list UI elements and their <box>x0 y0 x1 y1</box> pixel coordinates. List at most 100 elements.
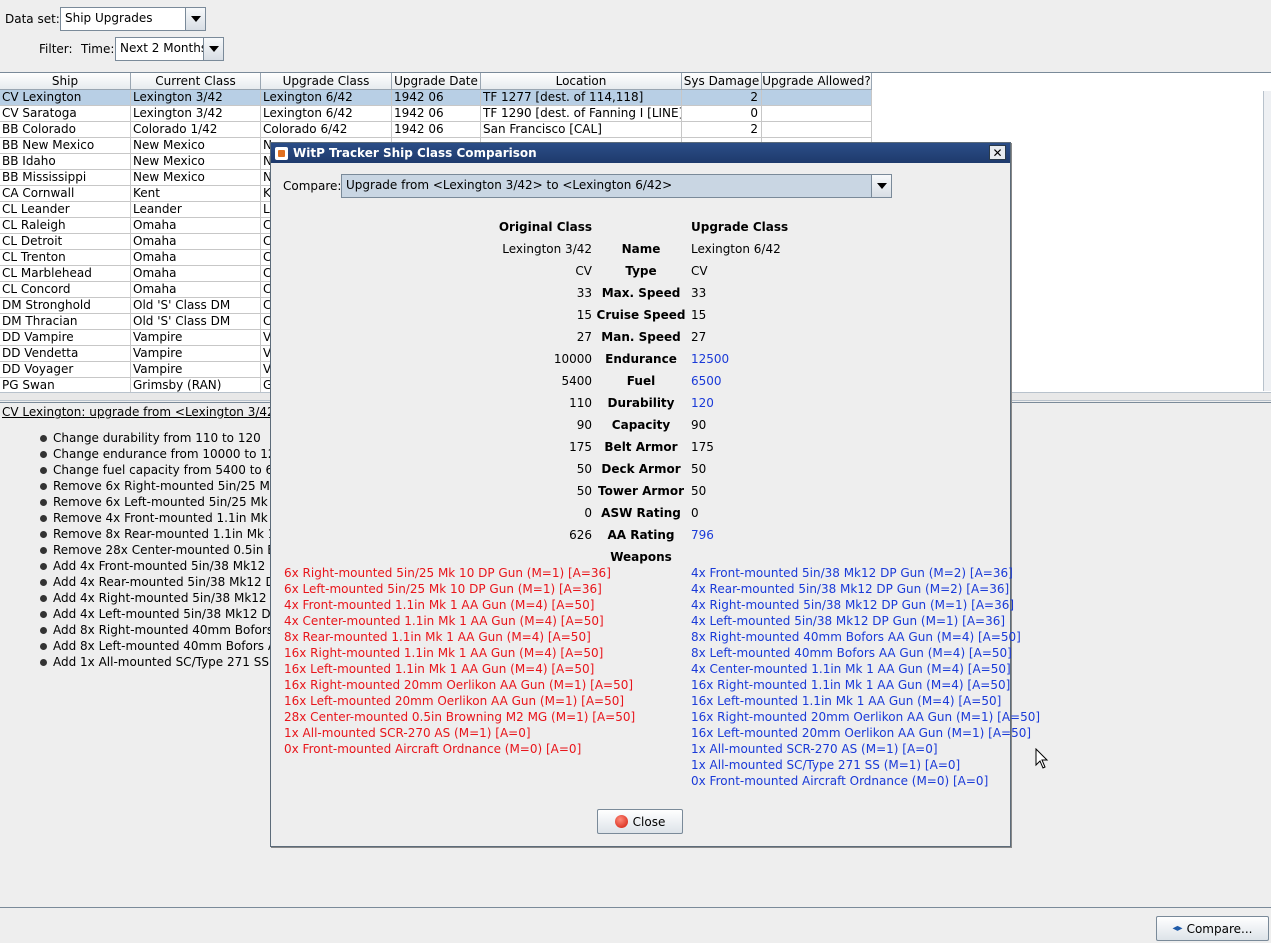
original-value: 33 <box>576 286 592 300</box>
dialog-title-bar[interactable]: WitP Tracker Ship Class Comparison ✕ <box>271 143 1010 163</box>
upgrade-value: 50 <box>691 484 707 498</box>
list-item-text: Add 4x Front-mounted 5in/38 Mk12 DP G <box>53 559 299 573</box>
time-filter-value: Next 2 Months <box>120 41 203 55</box>
chevron-down-icon[interactable] <box>871 175 891 197</box>
compare-button[interactable]: ◂▸ Compare... <box>1156 916 1269 941</box>
column-header-location[interactable]: Location <box>481 73 682 90</box>
cell-ship: CL Leander <box>0 202 131 218</box>
cell-ship: CA Cornwall <box>0 186 131 202</box>
upgrade-value: 90 <box>691 418 707 432</box>
upgrade-weapon: 16x Right-mounted 20mm Oerlikon AA Gun (… <box>691 710 1041 724</box>
upgrade-weapon: 16x Right-mounted 1.1in Mk 1 AA Gun (M=4… <box>691 678 1011 692</box>
upgrade-weapon: 4x Left-mounted 5in/38 Mk12 DP Gun (M=1)… <box>691 614 1006 628</box>
list-item: Remove 28x Center-mounted 0.5in Brow <box>40 543 297 557</box>
bullet-icon <box>40 450 47 458</box>
comparison-dialog: WitP Tracker Ship Class Comparison ✕ Com… <box>270 142 1040 847</box>
compare-button-label: Compare... <box>1186 921 1253 936</box>
attribute-label: Durability <box>607 396 675 410</box>
attribute-label: Tower Armor <box>597 484 685 498</box>
table-scrollbar[interactable] <box>1263 91 1271 391</box>
list-item-text: Remove 4x Front-mounted 1.1in Mk 1 AA <box>53 511 300 525</box>
original-weapon: 8x Rear-mounted 1.1in Mk 1 AA Gun (M=4) … <box>284 630 591 644</box>
list-item: Change fuel capacity from 5400 to 6500 <box>40 463 296 477</box>
upgrade-value: 33 <box>691 286 707 300</box>
cell-current: Leander <box>131 202 261 218</box>
upgrade-value: 50 <box>691 462 707 476</box>
dataset-label: Data set: <box>5 12 60 26</box>
compare-arrows-icon: ◂▸ <box>1172 923 1183 934</box>
close-icon[interactable]: ✕ <box>989 145 1006 160</box>
bullet-icon <box>40 498 47 506</box>
cell-current: Lexington 3/42 <box>131 106 261 122</box>
table-row[interactable]: BB Colorado Colorado 1/42 Colorado 6/42 194… <box>0 122 872 138</box>
cell-ship: CL Raleigh <box>0 218 131 234</box>
dataset-select[interactable]: Ship Upgrades <box>60 7 206 31</box>
column-header-upgrade-date[interactable]: Upgrade Date <box>392 73 481 90</box>
cell-allowed <box>762 122 872 138</box>
column-header-sys-damage[interactable]: Sys Damage <box>682 73 762 90</box>
bullet-icon <box>40 642 47 650</box>
original-class-header: Original Class <box>498 220 592 234</box>
cell-current: Grimsby (RAN) <box>131 378 261 392</box>
upgrade-weapon: 1x All-mounted SCR-270 AS (M=1) [A=0] <box>691 742 938 756</box>
cell-ship: CL Trenton <box>0 250 131 266</box>
upgrade-value: CV <box>691 264 708 278</box>
cell-current: New Mexico <box>131 154 261 170</box>
compare-select-value: Upgrade from <Lexington 3/42> to <Lexing… <box>346 178 673 192</box>
cell-current: Omaha <box>131 250 261 266</box>
cell-current: Vampire <box>131 330 261 346</box>
upgrade-weapon: 4x Rear-mounted 5in/38 Mk12 DP Gun (M=2)… <box>691 582 1010 596</box>
upgrade-value: 15 <box>691 308 707 322</box>
original-weapon: 28x Center-mounted 0.5in Browning M2 MG … <box>284 710 636 724</box>
original-value: CV <box>575 264 592 278</box>
list-item-text: Remove 28x Center-mounted 0.5in Brow <box>53 543 298 557</box>
time-label: Time: <box>81 42 115 56</box>
cell-allowed <box>762 106 872 122</box>
upgrade-weapon: 16x Left-mounted 1.1in Mk 1 AA Gun (M=4)… <box>691 694 1002 708</box>
attribute-label: Endurance <box>605 352 677 366</box>
attribute-label: Man. Speed <box>601 330 681 344</box>
close-button[interactable]: Close <box>597 809 683 834</box>
original-value: 27 <box>576 330 592 344</box>
original-weapon: 0x Front-mounted Aircraft Ordnance (M=0)… <box>284 742 582 756</box>
original-weapon: 16x Right-mounted 20mm Oerlikon AA Gun (… <box>284 678 634 692</box>
table-row[interactable]: CV Saratoga Lexington 3/42 Lexington 6/42 1… <box>0 106 872 122</box>
upgrade-weapon: 8x Left-mounted 40mm Bofors AA Gun (M=4)… <box>691 646 1012 660</box>
cell-ship: PG Swan <box>0 378 131 392</box>
column-header-ship[interactable]: Ship <box>0 73 131 90</box>
cell-ship: DM Thracian <box>0 314 131 330</box>
cell-current: Vampire <box>131 362 261 378</box>
cell-current: Old 'S' Class DM <box>131 314 261 330</box>
bullet-icon <box>40 610 47 618</box>
column-header-current-class[interactable]: Current Class <box>131 73 261 90</box>
cell-ship: DM Stronghold <box>0 298 131 314</box>
cell-ship: CL Concord <box>0 282 131 298</box>
compare-select[interactable]: Upgrade from <Lexington 3/42> to <Lexing… <box>341 174 892 198</box>
column-header-upgrade-class[interactable]: Upgrade Class <box>261 73 392 90</box>
list-item: Add 1x All-mounted SC/Type 271 SS <box>40 655 269 669</box>
chevron-down-icon[interactable] <box>203 38 223 60</box>
list-item-text: Add 4x Right-mounted 5in/38 Mk12 DP G <box>53 591 300 605</box>
cell-upgrade: Lexington 6/42 <box>261 90 392 106</box>
upgrade-value: 175 <box>691 440 714 454</box>
cell-date: 1942 06 <box>392 122 481 138</box>
original-value: 90 <box>576 418 592 432</box>
column-header-upgrade-allowed[interactable]: Upgrade Allowed? <box>762 73 872 90</box>
list-item-text: Change endurance from 10000 to 1250 <box>53 447 291 461</box>
upgrade-weapon: 16x Left-mounted 20mm Oerlikon AA Gun (M… <box>691 726 1032 740</box>
table-row[interactable]: CV Lexington Lexington 3/42 Lexington 6/42… <box>0 90 872 106</box>
original-value: 175 <box>569 440 592 454</box>
list-item-text: Add 4x Left-mounted 5in/38 Mk12 DP Gu <box>53 607 299 621</box>
cell-ship: CL Marblehead <box>0 266 131 282</box>
bullet-icon <box>40 434 47 442</box>
cell-ship: CL Detroit <box>0 234 131 250</box>
stop-icon <box>614 815 628 828</box>
bullet-icon <box>40 658 47 666</box>
original-value: 50 <box>576 484 592 498</box>
list-item: Change endurance from 10000 to 1250 <box>40 447 291 461</box>
dialog-title: WitP Tracker Ship Class Comparison <box>293 146 537 160</box>
cell-current: Vampire <box>131 346 261 362</box>
chevron-down-icon[interactable] <box>185 8 205 30</box>
time-filter-select[interactable]: Next 2 Months <box>115 37 224 61</box>
original-value: 10000 <box>553 352 592 366</box>
